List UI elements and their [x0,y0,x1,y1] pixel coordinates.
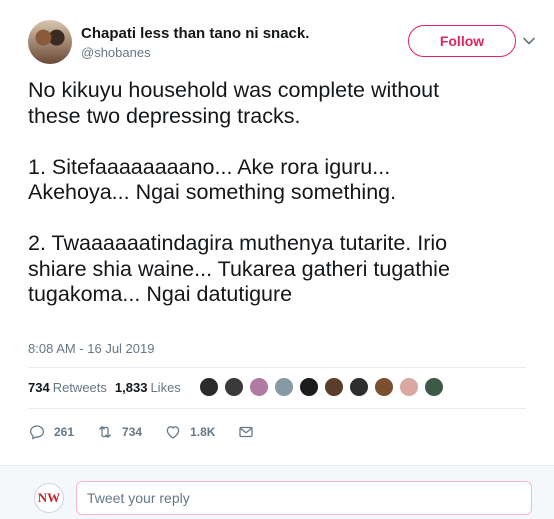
liker-avatar[interactable] [323,377,344,397]
tweet-actions: 261 734 1.8K [28,421,277,443]
reply-user-avatar: NW [34,483,64,513]
liker-avatar[interactable] [273,377,294,397]
retweets-stat[interactable]: 734 Retweets [28,380,107,395]
reply-button[interactable]: 261 [28,423,74,441]
retweet-button[interactable]: 734 [96,423,142,441]
reply-bar: NW Tweet your reply [0,465,554,519]
direct-message-button[interactable] [237,423,255,441]
retweet-icon [99,426,111,438]
engagement-stats: 734 Retweets 1,833 Likes [28,371,449,403]
likes-stat[interactable]: 1,833 Likes [115,380,181,395]
reply-input[interactable]: Tweet your reply [76,481,532,515]
liker-avatar[interactable] [373,377,394,397]
liker-avatar[interactable] [223,377,244,397]
liker-avatar[interactable] [348,377,369,397]
dm-icon [239,426,254,438]
reply-icon [29,425,45,440]
retweet-count: 734 [122,425,143,439]
user-avatar[interactable] [28,20,72,64]
tweet-text: No kikuyu household was complete without… [28,78,450,306]
liker-avatar[interactable] [423,377,444,397]
follow-button[interactable]: Follow [408,25,516,57]
retweets-label: Retweets [52,379,107,395]
divider [28,367,526,368]
chevron-down-icon[interactable] [520,32,538,50]
like-icon [166,426,180,439]
liker-avatar[interactable] [298,377,319,397]
liker-avatar[interactable] [248,377,269,397]
like-button[interactable]: 1.8K [164,423,215,441]
liker-avatar[interactable] [398,377,419,397]
liker-avatar[interactable] [198,377,219,397]
reply-count: 261 [54,425,75,439]
tweet-header: Chapati less than tano ni snack. @shoban… [28,20,544,66]
retweets-count: 734 [28,379,50,395]
liker-avatars [198,377,449,397]
likes-count: 1,833 [114,379,148,395]
like-count: 1.8K [190,425,216,439]
display-name[interactable]: Chapati less than tano ni snack. [81,25,309,42]
user-handle[interactable]: @shobanes [81,45,151,60]
likes-label: Likes [150,379,181,395]
divider [28,408,526,409]
tweet-timestamp[interactable]: 8:08 AM - 16 Jul 2019 [28,341,154,356]
